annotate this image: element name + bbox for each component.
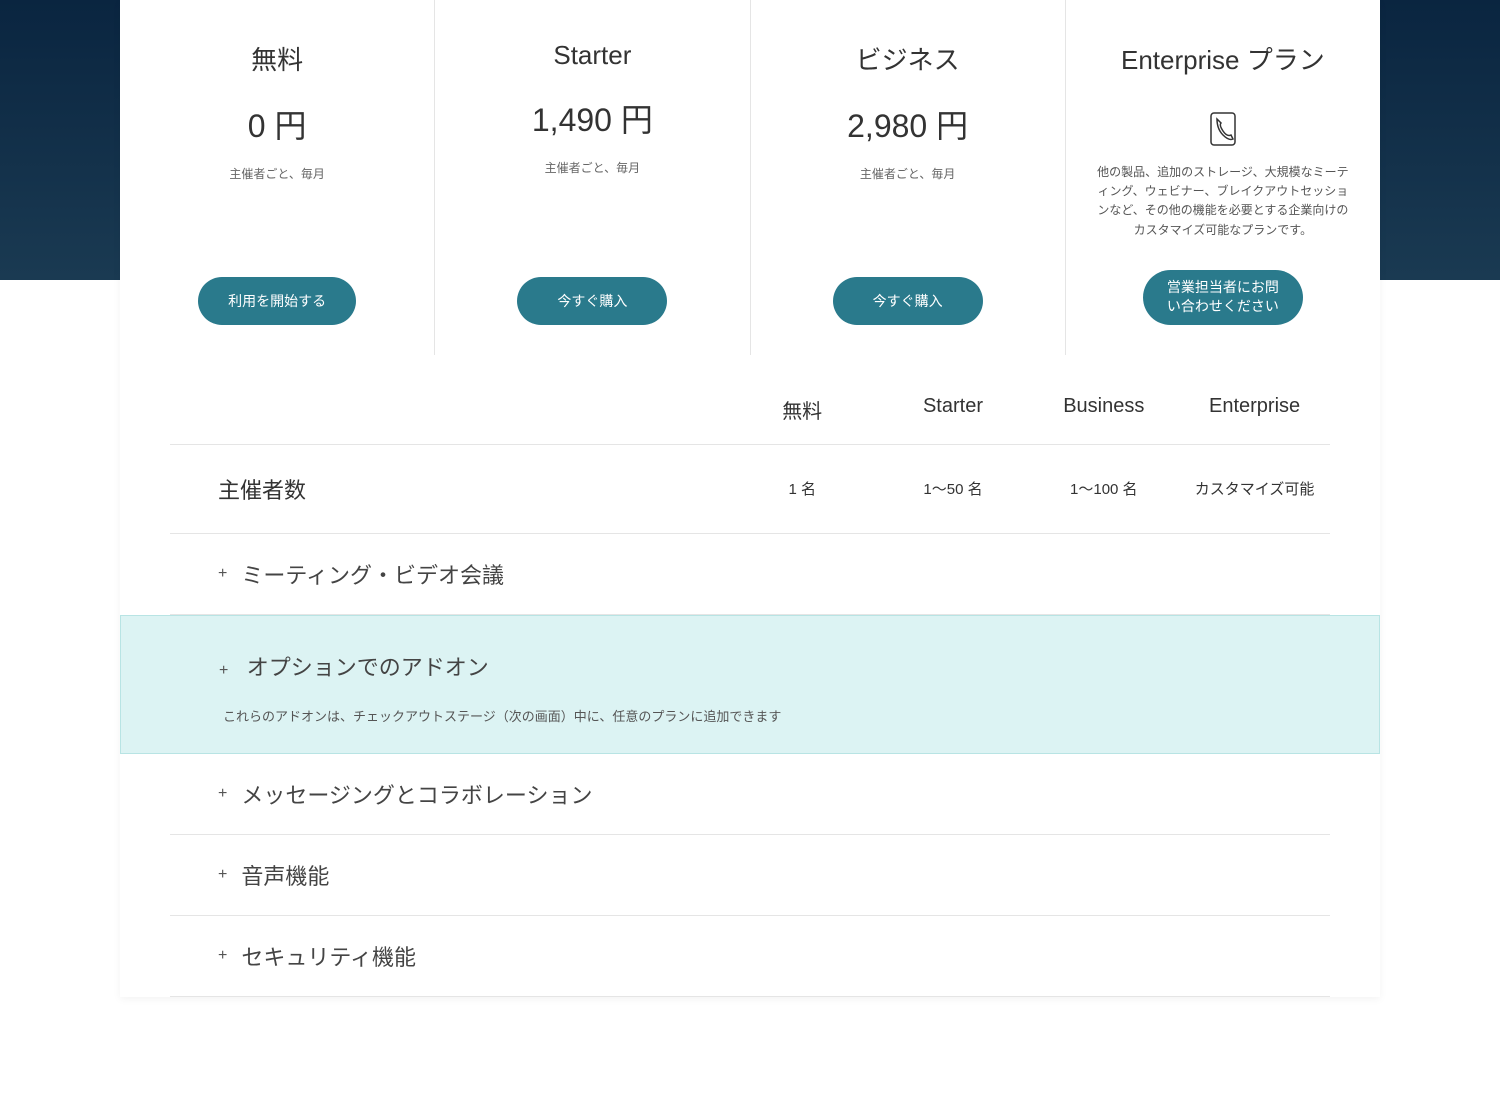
plan-note: 主催者ごと、毎月 [545, 159, 641, 176]
compare-value: 1～100 名 [1028, 478, 1179, 499]
cta-buy-starter[interactable]: 今すぐ購入 [517, 277, 667, 325]
cta-start-free[interactable]: 利用を開始する [198, 277, 356, 325]
pricing-container: 無料 0 円 主催者ごと、毎月 利用を開始する Starter 1,490 円 … [120, 0, 1380, 997]
accordion-title: メッセージングとコラボレーション [241, 778, 592, 810]
accordion-security[interactable]: + セキュリティ機能 [170, 916, 1330, 997]
compare-header-empty [170, 395, 727, 424]
accordion-meetings[interactable]: + ミーティング・ビデオ会議 [170, 534, 1330, 615]
accordion-addons[interactable]: + オプションでのアドオン これらのアドオンは、チェックアウトステージ（次の画面… [120, 615, 1380, 754]
compare-row-label: 主催者数 [170, 473, 727, 505]
cta-buy-business[interactable]: 今すぐ購入 [833, 277, 983, 325]
accordion-audio[interactable]: + 音声機能 [170, 835, 1330, 916]
compare-table: 無料 Starter Business Enterprise 主催者数 1 名 … [120, 355, 1380, 997]
compare-value: 1 名 [727, 478, 878, 499]
accordion-title: オプションでのアドオン [247, 655, 489, 680]
plan-title: Enterprise プラン [1121, 40, 1325, 77]
plan-title: ビジネス [856, 40, 960, 77]
compare-row-hosts: 主催者数 1 名 1～50 名 1～100 名 カスタマイズ可能 [170, 445, 1330, 534]
compare-value: カスタマイズ可能 [1179, 478, 1330, 499]
plan-price: 1,490 円 [532, 95, 653, 141]
plan-note: 主催者ごと、毎月 [860, 165, 956, 182]
accordion-subtitle: これらのアドオンは、チェックアウトステージ（次の画面）中に、任意のプランに追加で… [219, 706, 1379, 725]
accordion-title: 音声機能 [241, 859, 329, 891]
plan-price: 0 円 [248, 101, 307, 147]
compare-header-enterprise: Enterprise [1179, 395, 1330, 424]
accordion-title: セキュリティ機能 [241, 940, 416, 972]
plus-icon: + [218, 947, 227, 965]
plan-price: 2,980 円 [847, 101, 968, 147]
cta-contact-sales[interactable]: 営業担当者にお問 い合わせください [1143, 270, 1303, 325]
plus-icon: + [218, 866, 227, 884]
plans-row: 無料 0 円 主催者ごと、毎月 利用を開始する Starter 1,490 円 … [120, 0, 1380, 355]
plan-title: 無料 [251, 40, 303, 77]
plus-icon: + [219, 662, 228, 679]
plan-card-enterprise: Enterprise プラン 他の製品、追加のストレージ、大規模なミーティング、… [1066, 0, 1380, 355]
phone-icon [1203, 109, 1243, 149]
plus-icon: + [218, 565, 227, 583]
plan-note: 主催者ごと、毎月 [229, 165, 325, 182]
compare-header-free: 無料 [727, 395, 878, 424]
plan-desc: 他の製品、追加のストレージ、大規模なミーティング、ウェビナー、ブレイクアウトセッ… [1086, 163, 1360, 240]
accordion-title: ミーティング・ビデオ会議 [241, 558, 504, 590]
compare-value: 1～50 名 [878, 478, 1029, 499]
plan-card-starter: Starter 1,490 円 主催者ごと、毎月 今すぐ購入 [435, 0, 750, 355]
compare-header-business: Business [1028, 395, 1179, 424]
compare-header-row: 無料 Starter Business Enterprise [170, 355, 1330, 445]
plan-card-free: 無料 0 円 主催者ごと、毎月 利用を開始する [120, 0, 435, 355]
plan-card-business: ビジネス 2,980 円 主催者ごと、毎月 今すぐ購入 [751, 0, 1066, 355]
compare-header-starter: Starter [878, 395, 1029, 424]
accordion-messaging[interactable]: + メッセージングとコラボレーション [170, 754, 1330, 835]
plan-title: Starter [553, 40, 631, 71]
plus-icon: + [218, 785, 227, 803]
